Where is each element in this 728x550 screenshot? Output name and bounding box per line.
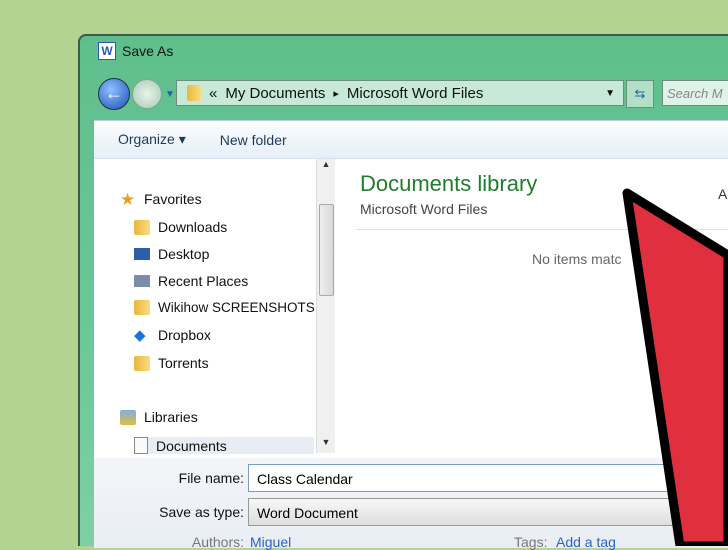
arrow-shape	[622, 188, 728, 546]
red-arrow-annotation	[622, 188, 728, 546]
